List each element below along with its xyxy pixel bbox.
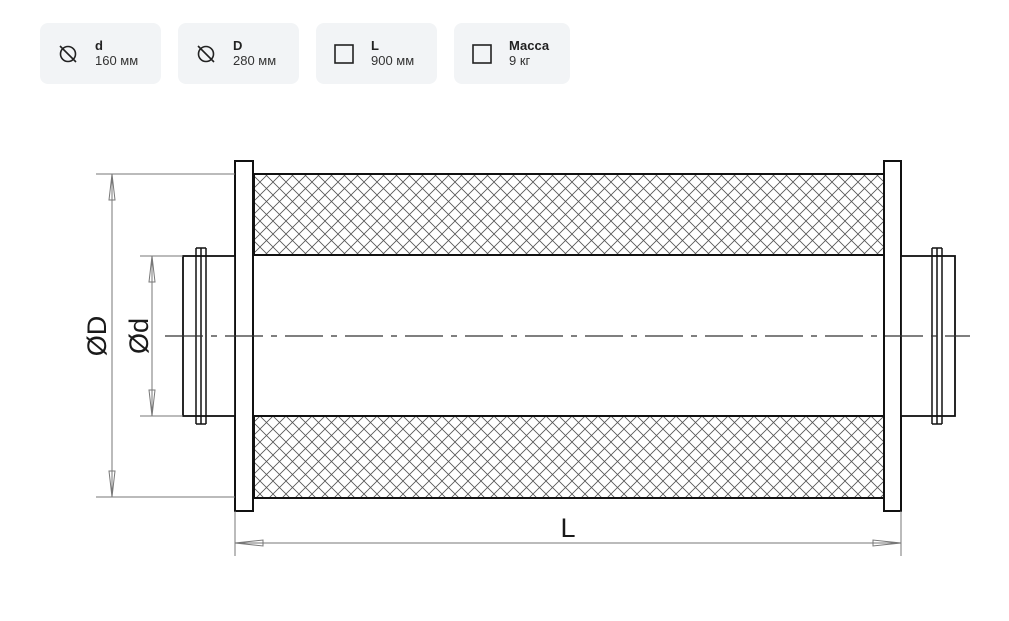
spec-value: 9 кг bbox=[509, 52, 531, 68]
insulation-top bbox=[253, 173, 885, 256]
spec-label: L bbox=[371, 37, 379, 53]
diameter-icon bbox=[197, 44, 215, 63]
diameter-icon bbox=[59, 44, 77, 63]
connector-right bbox=[900, 247, 956, 425]
spec-label: d bbox=[95, 37, 103, 53]
flange-left bbox=[234, 160, 254, 512]
spec-value: 160 мм bbox=[95, 52, 139, 68]
label-outer-diameter: ØD bbox=[82, 316, 112, 357]
label-length: L bbox=[560, 513, 575, 543]
dimension-outer-diameter bbox=[96, 173, 235, 498]
spec-card-inner-diameter: d 160 мм bbox=[40, 23, 161, 84]
flange-right bbox=[883, 160, 902, 512]
spec-card-length: L 900 мм bbox=[316, 23, 437, 84]
spec-card-mass: Масса 9 кг bbox=[454, 23, 570, 84]
dimension-inner-diameter bbox=[140, 255, 183, 417]
connector-left bbox=[182, 247, 236, 425]
spec-label: Масса bbox=[509, 37, 550, 53]
label-inner-diameter: Ød bbox=[124, 318, 154, 354]
spec-card-outer-diameter: D 280 мм bbox=[178, 23, 299, 84]
square-icon bbox=[334, 43, 354, 64]
spec-list: d 160 мм D 280 мм L 900 мм Масса 9 кг bbox=[40, 23, 570, 84]
square-icon bbox=[472, 43, 492, 64]
silencer-drawing: ØD Ød L bbox=[82, 160, 970, 556]
spec-value: 900 мм bbox=[371, 52, 415, 68]
spec-value: 280 мм bbox=[233, 52, 277, 68]
insulation-bottom bbox=[253, 415, 885, 499]
spec-label: D bbox=[233, 37, 243, 53]
dimension-length bbox=[234, 511, 902, 556]
